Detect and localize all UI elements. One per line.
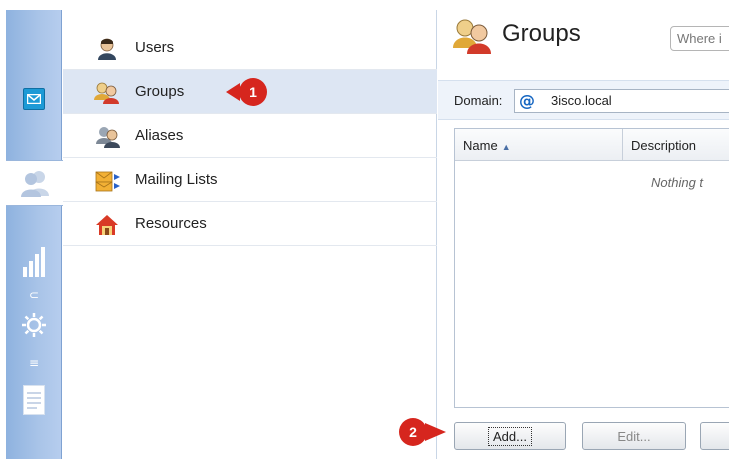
nav-item-aliases[interactable]: Aliases: [63, 114, 437, 158]
page-title: Groups: [502, 20, 581, 47]
table-header: Name ▲ Description: [455, 129, 729, 161]
panel-header: Groups Where i: [438, 10, 729, 74]
domain-bar: Domain: @ 3isco.local: [438, 80, 729, 120]
mail-icon[interactable]: [6, 84, 62, 114]
callout-step-1: 1: [226, 77, 270, 107]
aliases-icon: [96, 127, 120, 148]
app-icon-rail: ⊂ ≡: [6, 10, 63, 459]
nav-item-label: Resources: [135, 215, 207, 232]
nav-item-label: Users: [135, 39, 175, 56]
nav-item-label: Mailing Lists: [135, 171, 218, 188]
gear-icon[interactable]: [6, 310, 62, 340]
nav-item-label: Groups: [135, 83, 185, 100]
column-header-name[interactable]: Name ▲: [455, 129, 623, 161]
callout-step-2: 2: [398, 417, 446, 447]
user-icon: [98, 38, 116, 60]
add-button[interactable]: Add...: [454, 422, 566, 450]
domain-label: Domain:: [454, 93, 503, 108]
at-sign-icon: @: [519, 91, 535, 110]
resources-icon: [96, 215, 118, 235]
collapse-handle-icon[interactable]: ⊂: [6, 288, 62, 302]
nav-item-resources[interactable]: Resources: [63, 202, 437, 246]
users-section-icon[interactable]: [6, 160, 63, 206]
next-button[interactable]: [700, 422, 729, 450]
menu-handle-icon[interactable]: ≡: [6, 356, 62, 370]
statistics-icon[interactable]: [6, 242, 62, 282]
groups-icon: [94, 82, 119, 104]
groups-title-icon: [453, 19, 491, 54]
groups-table: Name ▲ Description Nothing t: [454, 128, 729, 408]
nav-item-users[interactable]: Users: [63, 26, 437, 70]
search-input[interactable]: Where i: [670, 26, 729, 51]
domain-value: 3isco.local: [551, 93, 612, 108]
sort-ascending-icon: ▲: [501, 142, 511, 152]
groups-panel: Groups Where i Domain: @ 3isco.local Nam…: [438, 10, 729, 459]
empty-table-message: Nothing t: [651, 175, 704, 190]
column-header-description[interactable]: Description: [623, 129, 729, 161]
domain-select[interactable]: @ 3isco.local: [514, 89, 729, 113]
nav-item-label: Aliases: [135, 127, 184, 144]
document-icon[interactable]: [6, 380, 62, 420]
mailing-lists-icon: [95, 171, 120, 192]
nav-item-mailing-lists[interactable]: Mailing Lists: [63, 158, 437, 202]
edit-button[interactable]: Edit...: [582, 422, 686, 450]
